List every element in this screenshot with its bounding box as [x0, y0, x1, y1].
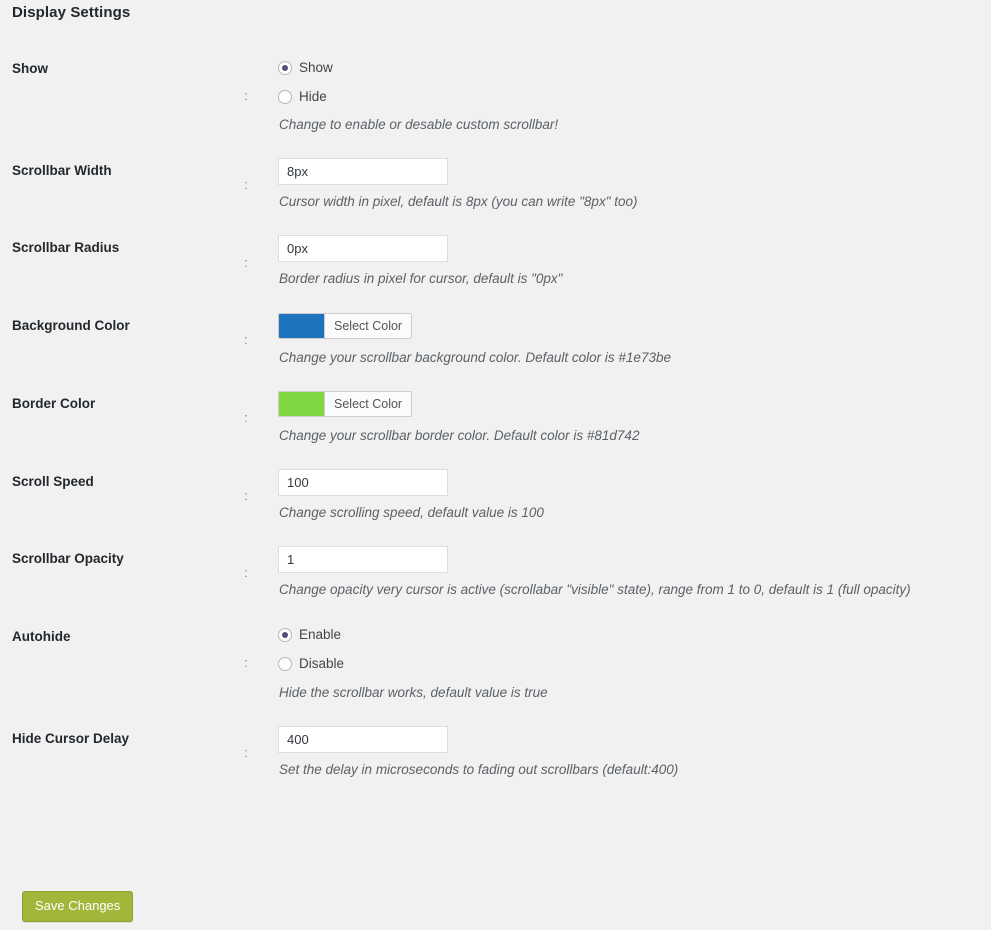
radio-option-enable[interactable]: Enable: [278, 624, 981, 647]
row-description: Set the delay in microseconds to fading …: [279, 761, 679, 777]
radio-unchecked-icon[interactable]: [278, 89, 292, 104]
row-field-autohide: Enable Disable Hide the scrollbar works, d…: [274, 612, 991, 714]
row-separator: :: [244, 488, 248, 504]
radio-label: Enable: [299, 627, 342, 643]
row-separator: :: [244, 565, 248, 581]
row-label-scroll-speed: Scroll Speed: [12, 474, 94, 490]
radio-label: Disable: [299, 656, 345, 672]
scrollbar-opacity-input[interactable]: [278, 546, 448, 574]
settings-rows: Show: Show Hide Change to enable or desable…: [0, 44, 991, 791]
settings-row-show: Show: Show Hide Change to enable or desable…: [0, 44, 991, 146]
row-label-scrollbar-width: Scrollbar Width: [12, 163, 112, 179]
page-title: Display Settings: [12, 4, 131, 21]
radio-unchecked-icon[interactable]: [278, 657, 292, 672]
row-description: Change scrolling speed, default value is…: [279, 505, 544, 521]
radio-label: Show: [299, 59, 333, 75]
hide-cursor-delay-input[interactable]: [278, 725, 448, 753]
radio-checked-icon[interactable]: [278, 628, 292, 643]
row-label-border-color: Border Color: [12, 395, 96, 411]
display-settings-page: Display Settings Show: Show Hide Change to …: [0, 0, 991, 930]
settings-row-scrollbar-opacity: Scrollbar Opacity: Change opacity very cu…: [0, 534, 991, 611]
row-label-autohide: Autohide: [12, 628, 71, 644]
row-field-scrollbar-width: Cursor width in pixel, default is 8px (y…: [274, 146, 991, 223]
settings-row-scroll-speed: Scroll Speed: Change scrolling speed, def…: [0, 457, 991, 534]
row-separator: :: [244, 744, 248, 760]
row-description: Change your scrollbar background color. …: [279, 349, 671, 365]
radio-option-hide[interactable]: Hide: [278, 85, 981, 108]
settings-form-table: Show: Show Hide Change to enable or desable…: [0, 44, 991, 791]
row-label-show: Show: [12, 61, 48, 76]
color-swatch[interactable]: [279, 391, 324, 416]
background-color-color-picker[interactable]: Select Color: [278, 312, 413, 339]
row-separator: :: [244, 87, 248, 103]
row-description: Cursor width in pixel, default is 8px (y…: [279, 194, 638, 210]
scrollbar-radius-input[interactable]: [278, 235, 448, 263]
border-color-color-picker[interactable]: Select Color: [278, 390, 413, 417]
row-description: Change to enable or desable custom scrol…: [279, 117, 559, 132]
row-separator: :: [244, 177, 248, 193]
row-field-hide-cursor-delay: Set the delay in microseconds to fading …: [274, 714, 991, 791]
row-field-scroll-speed: Change scrolling speed, default value is…: [274, 457, 991, 534]
settings-row-autohide: Autohide: Enable Disable Hide the scrollbar…: [0, 612, 991, 714]
radio-option-show[interactable]: Show: [278, 56, 981, 79]
row-separator: :: [244, 655, 248, 671]
autohide-radio-group: Enable Disable: [278, 624, 981, 676]
show-radio-group: Show Hide: [278, 56, 981, 108]
select-color-button[interactable]: Select Color: [324, 391, 412, 416]
radio-label: Hide: [299, 88, 327, 104]
row-field-background-color: Select Color Change your scrollbar backgr…: [274, 301, 991, 379]
row-description: Change your scrollbar border color. Defa…: [279, 427, 640, 443]
row-description: Border radius in pixel for cursor, defau…: [279, 271, 563, 287]
row-label-scrollbar-opacity: Scrollbar Opacity: [12, 551, 124, 567]
row-field-scrollbar-opacity: Change opacity very cursor is active (sc…: [274, 534, 991, 611]
row-field-show: Show Hide Change to enable or desable cust…: [274, 44, 991, 146]
submit-row: Save Changes: [22, 891, 134, 922]
settings-row-border-color: Border Color: Select Color Change your scr…: [0, 379, 991, 457]
radio-option-disable[interactable]: Disable: [278, 653, 981, 676]
row-separator: :: [244, 332, 248, 348]
row-label-hide-cursor-delay: Hide Cursor Delay: [12, 730, 130, 746]
settings-row-scrollbar-width: Scrollbar Width: Cursor width in pixel, d…: [0, 146, 991, 223]
color-swatch[interactable]: [279, 313, 324, 338]
row-field-scrollbar-radius: Border radius in pixel for cursor, defau…: [274, 223, 991, 300]
settings-row-background-color: Background Color: Select Color Change your…: [0, 301, 991, 379]
settings-row-hide-cursor-delay: Hide Cursor Delay: Set the delay in micro…: [0, 714, 991, 791]
scroll-speed-input[interactable]: [278, 469, 448, 497]
row-description: Hide the scrollbar works, default value …: [279, 684, 548, 700]
radio-checked-icon[interactable]: [278, 60, 292, 75]
select-color-button[interactable]: Select Color: [324, 313, 412, 338]
scrollbar-width-input[interactable]: [278, 158, 448, 186]
row-description: Change opacity very cursor is active (sc…: [279, 582, 911, 598]
row-field-border-color: Select Color Change your scrollbar border…: [274, 379, 991, 457]
save-changes-button[interactable]: Save Changes: [22, 891, 134, 922]
row-separator: :: [244, 410, 248, 426]
row-separator: :: [244, 254, 248, 270]
row-label-background-color: Background Color: [12, 317, 130, 333]
settings-row-scrollbar-radius: Scrollbar Radius: Border radius in pixel …: [0, 223, 991, 300]
row-label-scrollbar-radius: Scrollbar Radius: [12, 240, 120, 256]
